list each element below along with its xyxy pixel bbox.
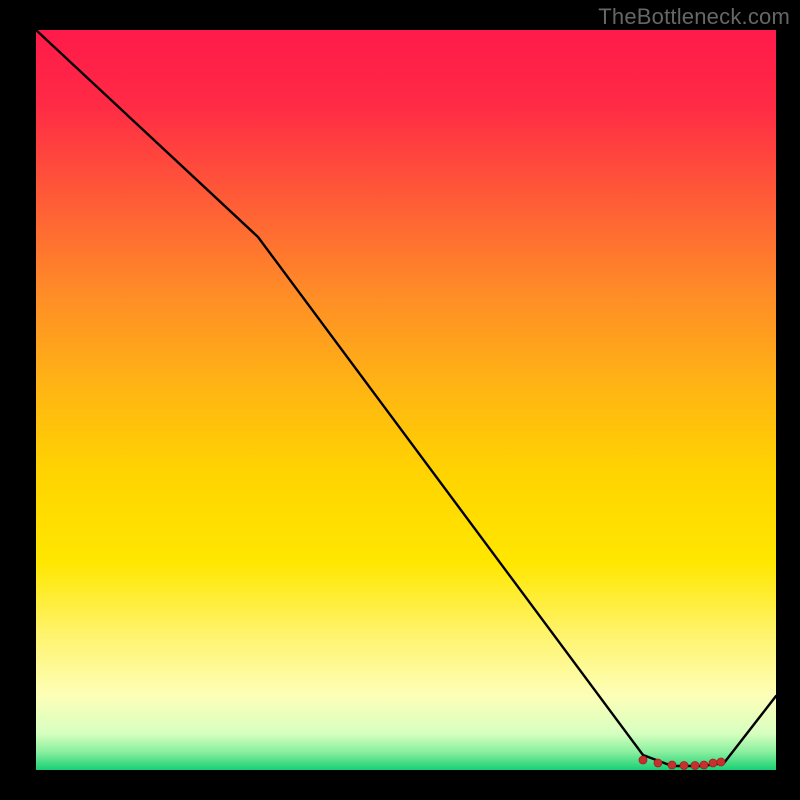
gradient-background [36,30,776,770]
chart-frame: TheBottleneck.com [0,0,800,800]
watermark-text: TheBottleneck.com [598,4,790,30]
chart-svg [36,30,776,770]
plot-area [36,30,776,770]
